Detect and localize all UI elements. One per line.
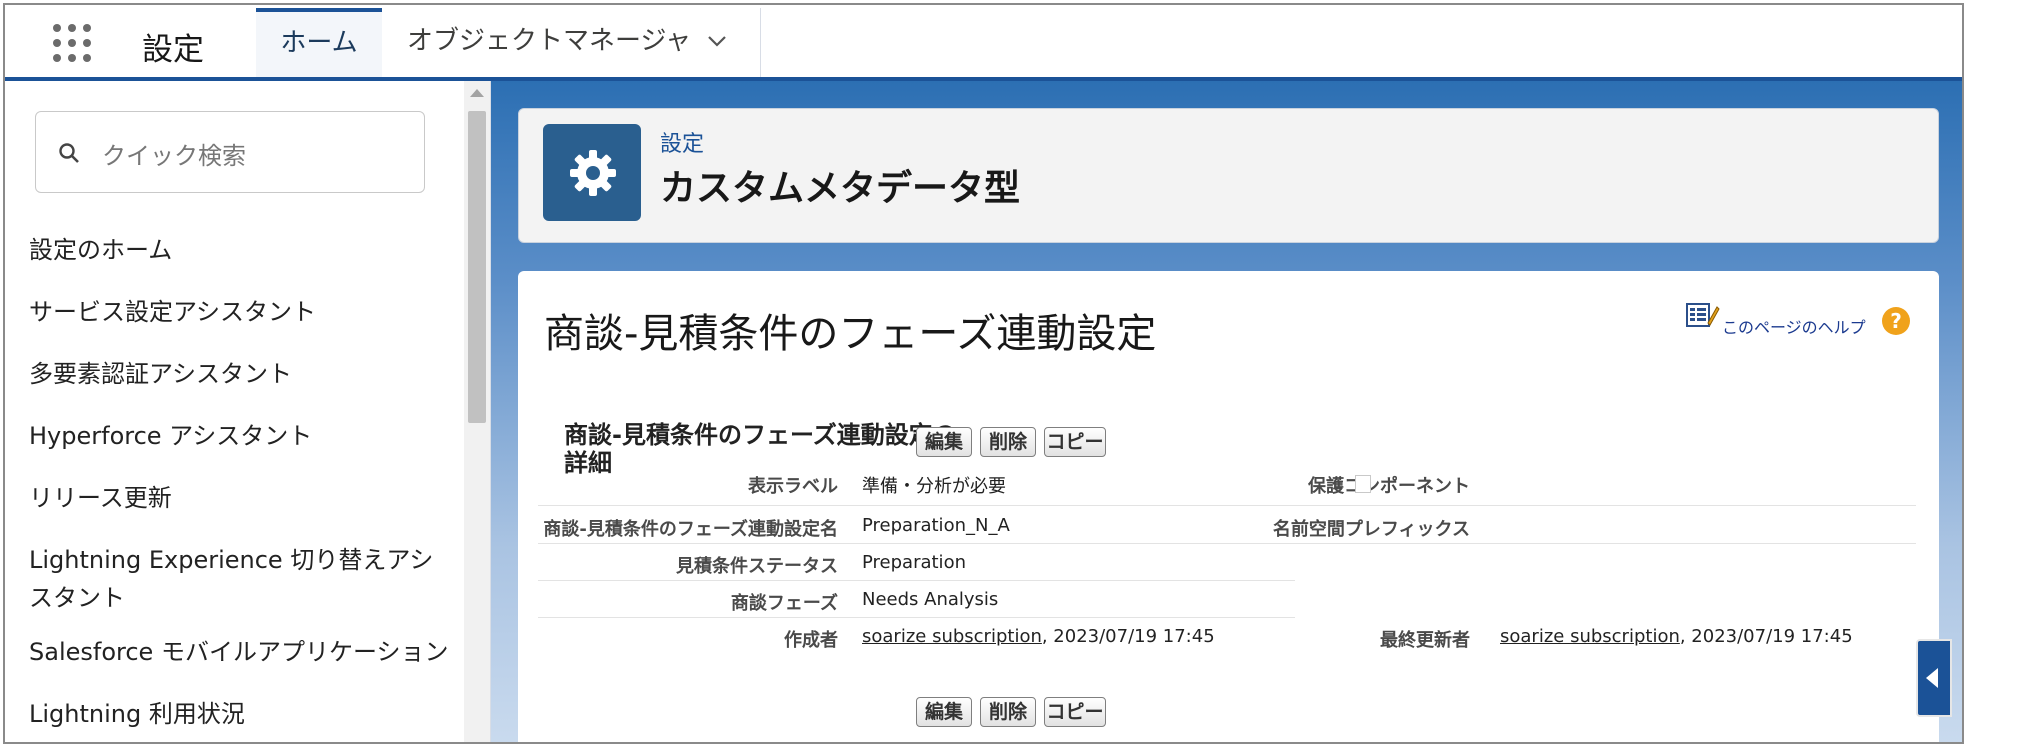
page-header-title: カスタムメタデータ型 <box>660 168 1021 209</box>
copy-button[interactable]: コピー <box>1044 427 1106 457</box>
search-icon <box>59 143 79 163</box>
modified-by-user-link[interactable]: soarize subscription <box>1500 626 1680 647</box>
field-value-modified-by: soarize subscription, 2023/07/19 17:45 <box>1500 626 1853 647</box>
field-value-quote-status: Preparation <box>862 552 966 573</box>
field-label-created-by: 作成者 <box>784 630 838 651</box>
sidebar-item-lightning-transition-assistant[interactable]: Lightning Experience 切り替えアシスタント <box>29 541 449 617</box>
row-divider <box>538 543 1916 544</box>
scroll-thumb[interactable] <box>468 111 486 423</box>
field-value-created-by: soarize subscription, 2023/07/19 17:45 <box>862 626 1215 647</box>
collapse-left-icon[interactable] <box>1916 639 1952 717</box>
field-label-display-label: 表示ラベル <box>748 476 838 497</box>
edit-button[interactable]: 編集 <box>916 427 972 457</box>
breadcrumb[interactable]: 設定 <box>660 126 704 158</box>
edit-button-bottom[interactable]: 編集 <box>916 697 972 727</box>
modified-date: , 2023/07/19 17:45 <box>1679 626 1853 647</box>
tab-object-manager[interactable]: オブジェクトマネージャ <box>385 8 761 77</box>
field-label-api-name: 商談-見積条件のフェーズ連動設定名 <box>543 519 838 540</box>
created-by-user-link[interactable]: soarize subscription <box>862 626 1042 647</box>
main-content: 設定 カスタムメタデータ型 商談-見積条件のフェーズ連動設定 このページのヘルプ… <box>491 81 1962 742</box>
page-header: 設定 カスタムメタデータ型 <box>518 108 1939 243</box>
field-value-api-name: Preparation_N_A <box>862 515 1010 536</box>
tab-home[interactable]: ホーム <box>256 8 382 77</box>
field-label-namespace: 名前空間プレフィックス <box>1272 519 1470 540</box>
setup-nav: 設定のホーム サービス設定アシスタント 多要素認証アシスタント Hyperfor… <box>29 231 449 742</box>
app-window: 設定 ホーム オブジェクトマネージャ クイック検索 設定のホーム サービス設定ア… <box>3 3 1964 744</box>
field-value-display-label: 準備・分析が必要 <box>862 476 1006 497</box>
question-icon[interactable]: ? <box>1882 307 1910 335</box>
protected-checkbox <box>1355 475 1371 493</box>
global-header: 設定 ホーム オブジェクトマネージャ <box>5 5 1962 81</box>
row-divider <box>538 505 1916 506</box>
tab-object-manager-label: オブジェクトマネージャ <box>407 26 692 56</box>
app-launcher-icon[interactable] <box>49 20 95 66</box>
gear-icon <box>543 124 641 221</box>
record-title: 商談-見積条件のフェーズ連動設定 <box>544 311 1157 357</box>
section-title: 商談-見積条件のフェーズ連動設定の詳細 <box>564 421 957 477</box>
field-label-protected: 保護コンポーネント <box>1308 476 1470 497</box>
row-divider <box>538 580 1295 581</box>
field-label-modified-by: 最終更新者 <box>1380 630 1470 651</box>
quick-find-input[interactable]: クイック検索 <box>35 111 425 193</box>
sidebar-item-service-setup-assistant[interactable]: サービス設定アシスタント <box>29 293 449 331</box>
sidebar-item-salesforce-mobile-app[interactable]: Salesforce モバイルアプリケーション <box>29 633 449 671</box>
row-divider <box>538 617 1295 618</box>
sidebar-item-mfa-assistant[interactable]: 多要素認証アシスタント <box>29 355 449 393</box>
field-value-opp-phase: Needs Analysis <box>862 589 999 610</box>
chevron-down-icon[interactable] <box>707 34 727 48</box>
sidebar-item-release-updates[interactable]: リリース更新 <box>29 479 449 517</box>
field-label-quote-status: 見積条件ステータス <box>676 556 838 577</box>
app-title: 設定 <box>142 32 204 68</box>
setup-sidebar: クイック検索 設定のホーム サービス設定アシスタント 多要素認証アシスタント H… <box>5 81 491 742</box>
sidebar-scrollbar[interactable] <box>464 81 490 742</box>
delete-button-bottom[interactable]: 削除 <box>980 697 1036 727</box>
copy-button-bottom[interactable]: コピー <box>1044 697 1106 727</box>
search-placeholder: クイック検索 <box>102 142 246 170</box>
detail-panel: 商談-見積条件のフェーズ連動設定 このページのヘルプ ? 商談-見積条件のフェー… <box>518 271 1952 742</box>
sidebar-item-hyperforce-assistant[interactable]: Hyperforce アシスタント <box>29 417 449 455</box>
help-page-icon <box>1686 303 1720 327</box>
scroll-up-arrow[interactable] <box>470 89 484 97</box>
delete-button[interactable]: 削除 <box>980 427 1036 457</box>
field-label-opp-phase: 商談フェーズ <box>730 593 838 614</box>
sidebar-item-setup-home[interactable]: 設定のホーム <box>29 231 449 269</box>
created-date: , 2023/07/19 17:45 <box>1041 626 1215 647</box>
help-link-text[interactable]: このページのヘルプ <box>1722 314 1866 338</box>
sidebar-item-lightning-usage[interactable]: Lightning 利用状況 <box>29 695 449 733</box>
